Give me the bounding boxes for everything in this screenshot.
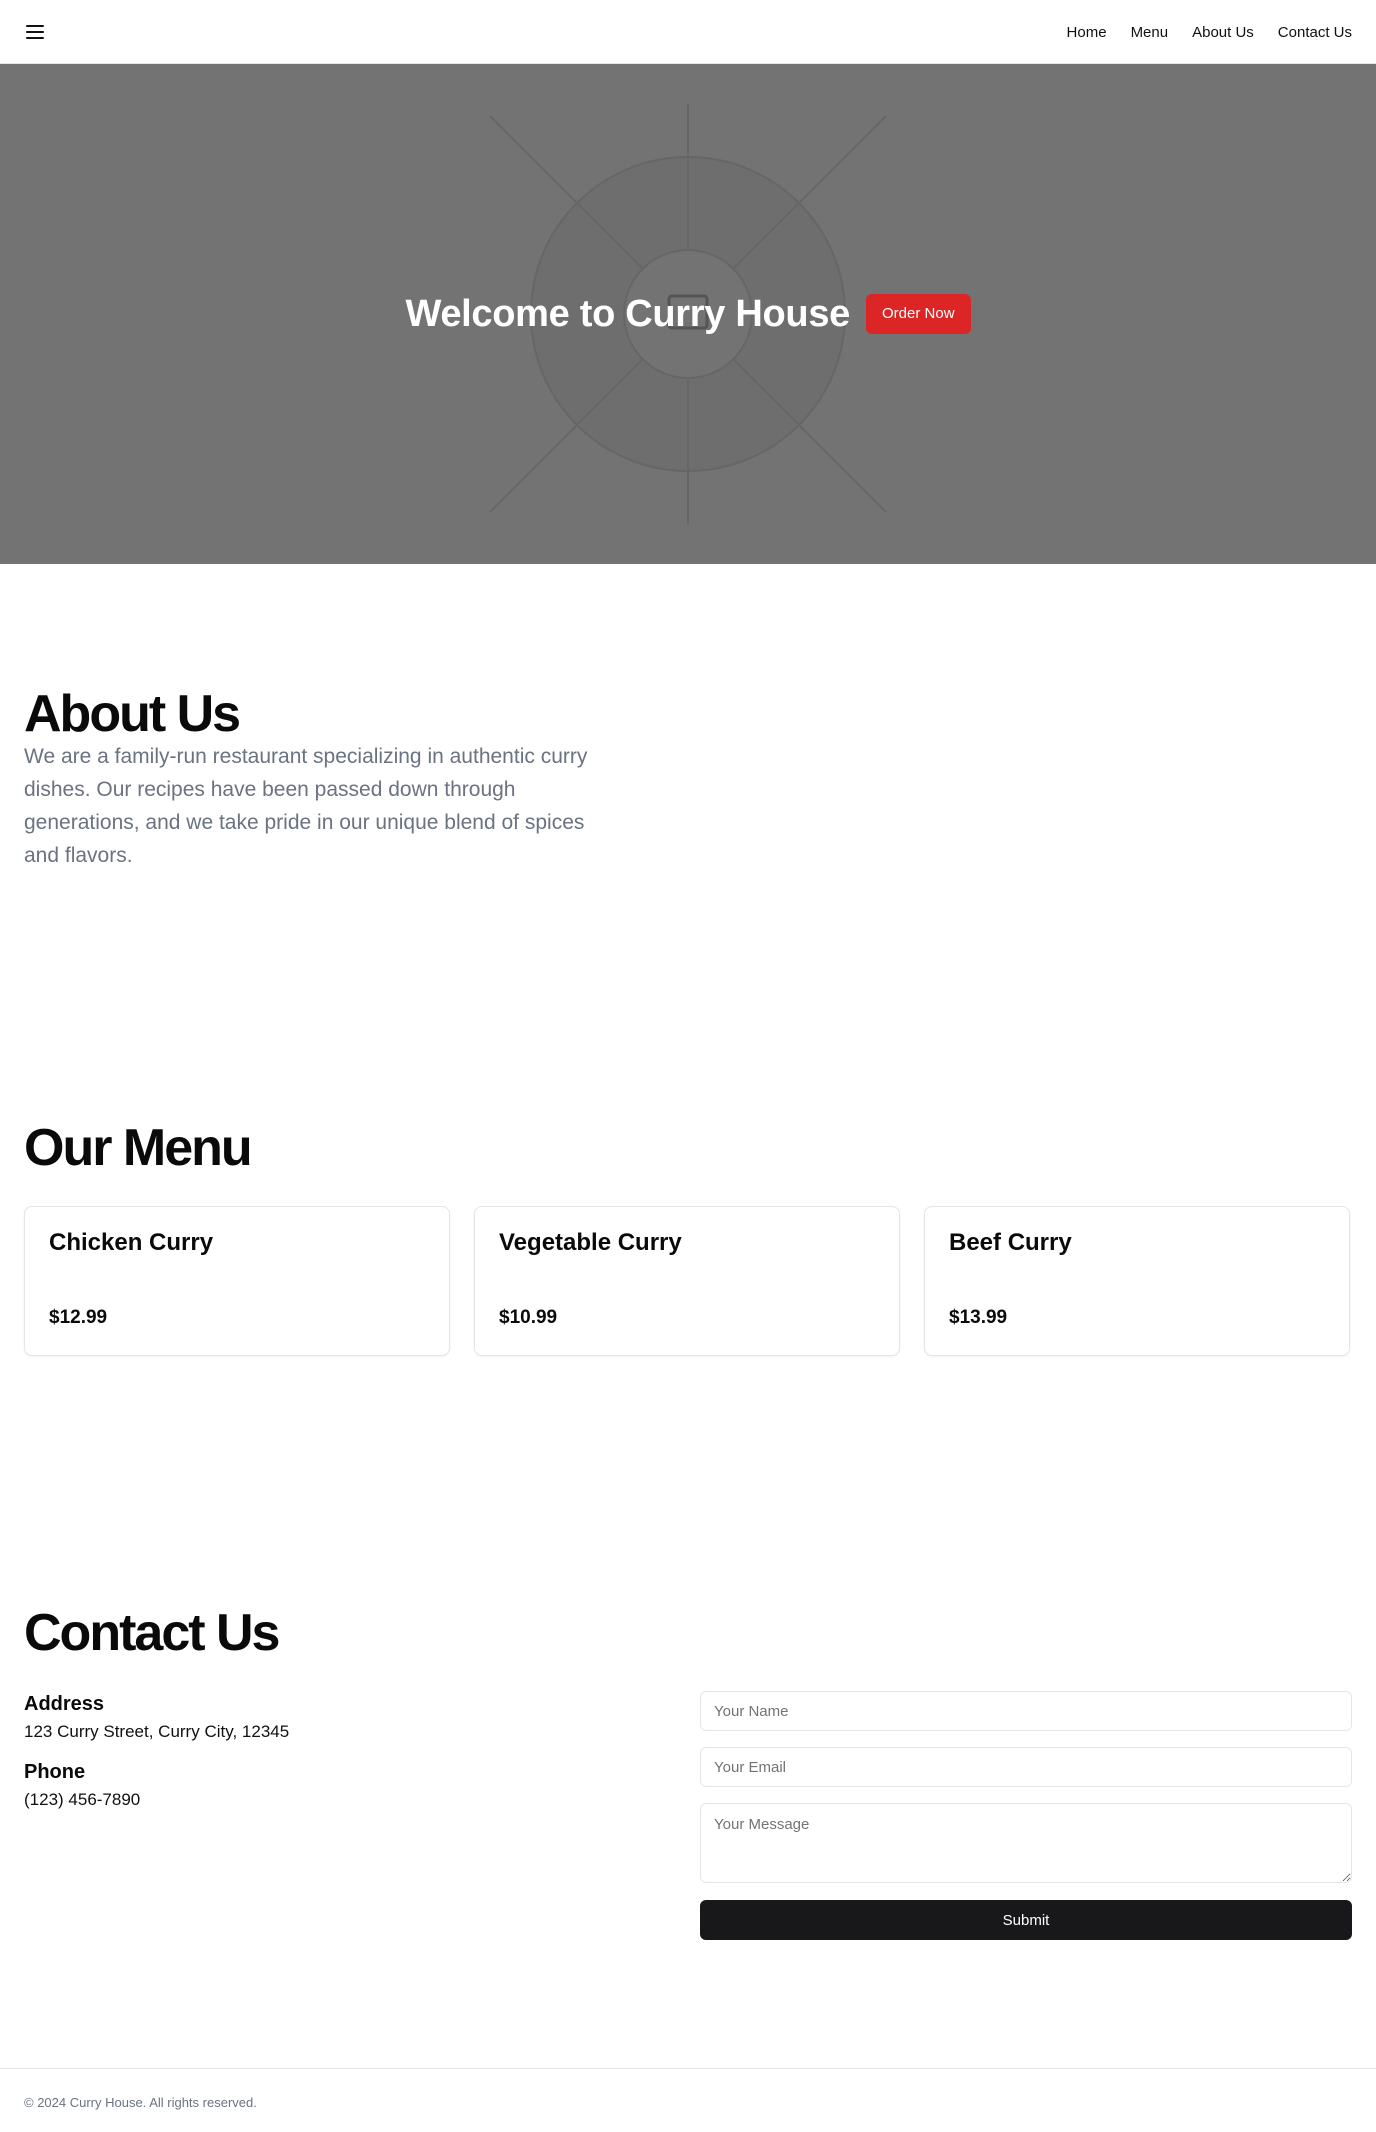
contact-title: Contact Us xyxy=(24,1604,280,1662)
menu-card[interactable]: Vegetable Curry $10.99 xyxy=(474,1206,900,1356)
hero-content: Welcome to Curry House Order Now xyxy=(0,64,1376,564)
email-input[interactable] xyxy=(700,1747,1352,1787)
submit-button[interactable]: Submit xyxy=(700,1900,1352,1940)
menu-card[interactable]: Beef Curry $13.99 xyxy=(924,1206,1350,1356)
message-textarea[interactable] xyxy=(700,1803,1352,1883)
about-title: About Us xyxy=(24,685,241,743)
menu-cards: Chicken Curry $12.99 Vegetable Curry $10… xyxy=(24,1206,1352,1356)
nav-link-contact-us[interactable]: Contact Us xyxy=(1278,24,1352,41)
order-now-button[interactable]: Order Now xyxy=(866,294,971,334)
nav-link-menu[interactable]: Menu xyxy=(1131,24,1169,41)
menu-card[interactable]: Chicken Curry $12.99 xyxy=(24,1206,450,1356)
menu-item-price: $10.99 xyxy=(499,1307,558,1328)
main-nav: Home Menu About Us Contact Us xyxy=(1067,0,1352,64)
menu-item-name: Beef Curry xyxy=(949,1229,1072,1256)
menu-item-name: Vegetable Curry xyxy=(499,1229,682,1256)
hero-section: Welcome to Curry House Order Now xyxy=(0,64,1376,564)
nav-link-about-us[interactable]: About Us xyxy=(1192,24,1254,41)
hamburger-menu-icon[interactable] xyxy=(24,20,48,44)
menu-item-price: $13.99 xyxy=(949,1307,1008,1328)
hero-title: Welcome to Curry House xyxy=(405,292,851,335)
site-header: Home Menu About Us Contact Us xyxy=(0,0,1376,64)
menu-item-price: $12.99 xyxy=(49,1307,108,1328)
name-input[interactable] xyxy=(700,1691,1352,1731)
nav-link-home[interactable]: Home xyxy=(1067,24,1107,41)
site-footer: © 2024 Curry House. All rights reserved. xyxy=(0,2068,1376,2132)
address-value: 123 Curry Street, Curry City, 12345 xyxy=(24,1722,290,1741)
about-description: We are a family-run restaurant specializ… xyxy=(24,745,588,867)
phone-label: Phone xyxy=(24,1761,86,1783)
address-label: Address xyxy=(24,1693,105,1715)
menu-title: Our Menu xyxy=(24,1119,253,1177)
phone-value: (123) 456-7890 xyxy=(24,1790,141,1809)
menu-item-name: Chicken Curry xyxy=(49,1229,214,1256)
copyright-text: © 2024 Curry House. All rights reserved. xyxy=(24,2095,257,2110)
